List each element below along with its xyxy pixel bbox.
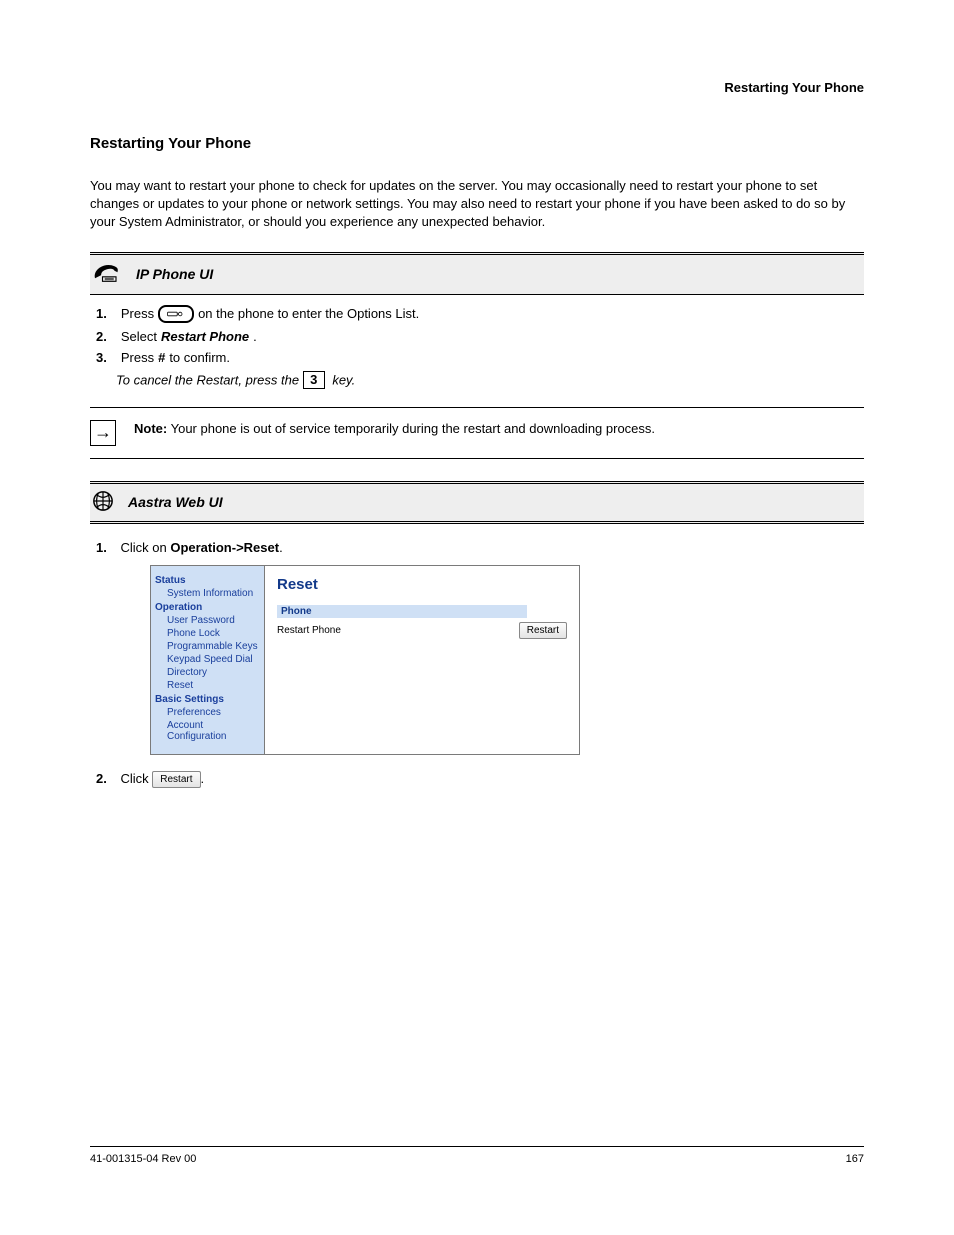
step1-post: on the phone to enter the Options List.	[198, 306, 419, 321]
sidebar-item-progkeys[interactable]: Programmable Keys	[167, 641, 260, 652]
left-arrow-key-icon: 3	[303, 371, 325, 389]
sidebar-item-speeddial[interactable]: Keypad Speed Dial	[167, 654, 260, 665]
sidebar-item-prefs[interactable]: Preferences	[167, 707, 260, 718]
step3-confirm: to confirm.	[169, 350, 230, 365]
hash-key: #	[158, 350, 165, 365]
restart-row-label: Restart Phone	[277, 625, 341, 636]
web-step-1: 1. Click on Operation->Reset.	[96, 540, 864, 555]
restart-button-inline[interactable]: Restart	[152, 771, 200, 788]
sidebar-group-status[interactable]: Status	[155, 575, 260, 586]
webui-content: Reset Phone Restart Phone Restart	[265, 566, 579, 754]
sidebar-group-operation[interactable]: Operation	[155, 602, 260, 613]
phone-icon	[92, 261, 122, 288]
web-step-2: 2. Click Restart.	[96, 771, 864, 788]
step3-press: Press	[121, 350, 154, 365]
step2-select: Select	[121, 329, 157, 344]
web-step1-path: Operation->Reset	[170, 540, 279, 555]
sidebar-item-acctcfg[interactable]: Account Configuration	[167, 720, 260, 742]
globe-icon	[92, 490, 114, 515]
sidebar-item-reset[interactable]: Reset	[167, 680, 260, 691]
note-label: Note:	[134, 421, 167, 436]
page-header-title: Restarting Your Phone	[90, 80, 864, 95]
panel-title: Reset	[277, 576, 567, 593]
web-ui-label: Aastra Web UI	[128, 494, 223, 510]
sidebar-item-directory[interactable]: Directory	[167, 667, 260, 678]
sidebar-item-sysinfo[interactable]: System Information	[167, 588, 260, 599]
page-footer: 41-001315-04 Rev 00 167	[90, 1146, 864, 1165]
note-arrow-icon: →	[90, 420, 116, 446]
sidebar-item-userpass[interactable]: User Password	[167, 615, 260, 626]
options-key-icon	[158, 305, 194, 323]
panel-subhead: Phone	[277, 605, 527, 618]
phone-step-3: 3. Press # to confirm.	[96, 350, 864, 365]
footer-doc-id: 41-001315-04 Rev 00	[90, 1153, 196, 1165]
webui-sidebar: Status System Information Operation User…	[151, 566, 265, 754]
phone-ui-label: IP Phone UI	[136, 266, 213, 282]
sidebar-group-basic[interactable]: Basic Settings	[155, 694, 260, 705]
sidebar-item-phonelock[interactable]: Phone Lock	[167, 628, 260, 639]
phone-step-1: 1. Press on the phone to enter the Optio…	[96, 305, 864, 323]
intro-paragraph: You may want to restart your phone to ch…	[90, 177, 864, 232]
step1-pre: Press	[121, 306, 154, 321]
phone-ui-bar: IP Phone UI	[90, 252, 864, 295]
restart-button[interactable]: Restart	[519, 622, 567, 639]
section-title: Restarting Your Phone	[90, 135, 864, 152]
note-block: → Note: Your phone is out of service tem…	[90, 407, 864, 459]
note-body: Your phone is out of service temporarily…	[171, 421, 655, 436]
footer-page-num: 167	[846, 1153, 864, 1165]
webui-screenshot: Status System Information Operation User…	[150, 565, 580, 755]
web-ui-bar: Aastra Web UI	[90, 481, 864, 524]
phone-step-2: 2. Select Restart Phone.	[96, 329, 864, 344]
step2-option: Restart Phone	[161, 329, 249, 344]
cancel-note: To cancel the Restart, press the 3 key.	[116, 371, 864, 389]
